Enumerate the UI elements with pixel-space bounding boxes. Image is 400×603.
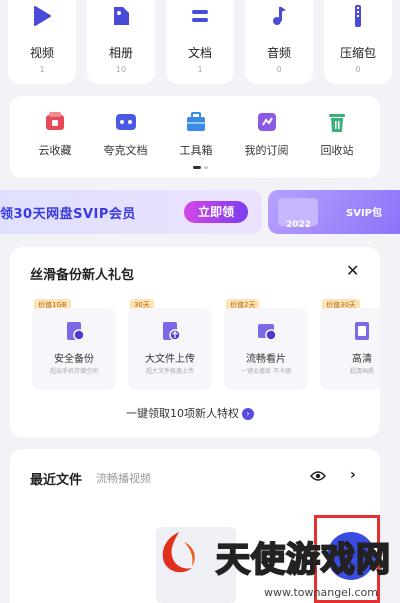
category-archives[interactable]: 压缩包 0 [324, 0, 392, 84]
category-label: 音频 [266, 46, 291, 60]
banner-right-text: SVIP包 [346, 208, 382, 219]
banner-year: 2022 [286, 220, 312, 230]
tool-cloud-bookmark[interactable]: 云收藏 [22, 110, 88, 158]
perk-smooth-video[interactable]: 价值2天 流畅看片 一键云播放 不卡顿 [202, 292, 308, 412]
smooth-video-icon [256, 320, 278, 342]
arrow-right-icon: › [242, 408, 254, 420]
perk-sub: 一键云播放 不卡顿 [241, 368, 291, 375]
watermark-logo-icon [154, 528, 204, 578]
category-label: 文档 [187, 46, 212, 60]
category-label: 视频 [29, 46, 54, 60]
perk-label: 大文件上传 [145, 354, 195, 365]
claim-now-button[interactable]: 立即领 [184, 201, 248, 223]
photo-icon [107, 2, 135, 30]
gift-title: 丝滑备份新人礼包 [30, 268, 135, 283]
eye-icon[interactable] [310, 468, 326, 482]
category-label: 相册 [108, 46, 133, 60]
safe-backup-icon [64, 320, 86, 342]
category-count: 0 [355, 65, 361, 74]
tool-label: 云收藏 [38, 144, 72, 157]
chevron-right-icon[interactable]: › [350, 467, 356, 483]
quark-doc-icon [114, 110, 138, 134]
banner-text: 领30天网盘SVIP会员 [0, 207, 136, 222]
newbie-gift-card: 丝滑备份新人礼包 ✕ 价值1GB 安全备份 超出手机存储空间 30天 大文件上传… [10, 247, 380, 437]
subscription-icon [255, 110, 279, 134]
perk-sub: 超出手机存储空间 [49, 368, 98, 375]
category-video[interactable]: 视频 1 [8, 0, 76, 84]
zip-icon [344, 2, 372, 30]
category-count: 1 [197, 65, 203, 74]
tools-card: 云收藏 夸克文档 工具箱 我的订阅 回收站 [10, 96, 380, 178]
category-count: 1 [39, 65, 45, 74]
tool-toolbox[interactable]: 工具箱 [163, 110, 229, 158]
banner-primary[interactable]: 领30天网盘SVIP会员 立即领 [0, 190, 262, 234]
category-audio[interactable]: 音频 0 [245, 0, 313, 84]
tool-trash[interactable]: 回收站 [304, 110, 370, 158]
watermark-url: www.townangel.com [264, 586, 378, 599]
watermark-text: 天使游戏网 [215, 539, 391, 581]
claim-all-link[interactable]: 一键领取10项新人特权 › [126, 405, 254, 421]
category-count: 10 [115, 65, 127, 74]
music-icon [265, 2, 293, 30]
perk-safe-backup[interactable]: 价值1GB 安全备份 超出手机存储空间 [10, 292, 116, 412]
perk-hd[interactable]: 价值30天 高清 超清画质 [298, 292, 380, 412]
trash-icon [325, 110, 349, 134]
watermark: 天使游戏网 www.townangel.com [138, 520, 400, 603]
tool-label: 回收站 [320, 144, 354, 157]
perk-sub: 超清画质 [349, 368, 374, 375]
claim-text: 一键领取10项新人特权 [126, 407, 239, 420]
tool-label: 夸克文档 [103, 144, 148, 157]
large-upload-icon [160, 320, 182, 342]
category-documents[interactable]: 文档 1 [166, 0, 234, 84]
category-photos[interactable]: 相册 10 [87, 0, 155, 84]
tool-quark-doc[interactable]: 夸克文档 [93, 110, 159, 158]
play-icon [28, 2, 56, 30]
perk-label: 高清 [352, 354, 372, 365]
page-indicator [193, 166, 208, 169]
recent-subtitle[interactable]: 流畅播视频 [96, 470, 151, 486]
cloud-bookmark-icon [43, 110, 67, 134]
perk-sub: 超大文件极速上传 [145, 368, 194, 375]
perk-large-upload[interactable]: 30天 大文件上传 超大文件极速上传 [106, 292, 212, 412]
tool-label: 我的订阅 [244, 144, 289, 157]
file-categories: 视频 1 相册 10 文档 1 音频 0 压缩包 0 [0, 0, 400, 88]
tool-label: 工具箱 [179, 144, 213, 157]
tool-subscription[interactable]: 我的订阅 [234, 110, 300, 158]
close-icon[interactable]: ✕ [346, 261, 359, 280]
document-icon [186, 2, 214, 30]
hd-icon [352, 320, 374, 342]
perk-label: 安全备份 [54, 354, 94, 365]
category-label: 压缩包 [339, 46, 376, 60]
svip-banner[interactable]: 领30天网盘SVIP会员 立即领 2022 SVIP包 [0, 190, 400, 234]
recent-title: 最近文件 [30, 473, 83, 488]
banner-secondary[interactable]: 2022 SVIP包 [268, 190, 400, 234]
toolbox-icon [184, 110, 208, 134]
perk-label: 流畅看片 [246, 354, 286, 365]
category-count: 0 [276, 65, 282, 74]
